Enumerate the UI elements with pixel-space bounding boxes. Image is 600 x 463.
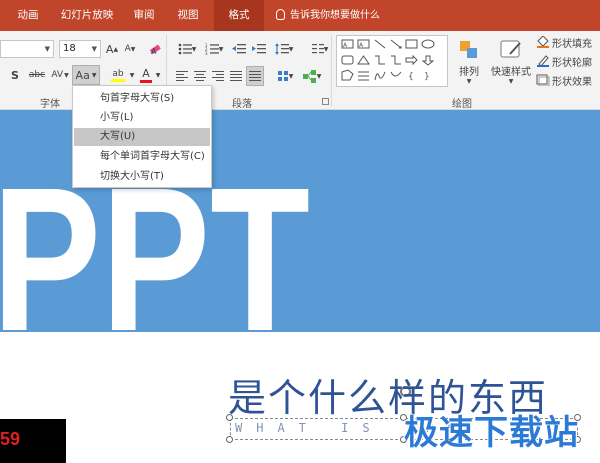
change-case-button[interactable]: Aa ▼ [72, 65, 100, 85]
change-case-label: Aa [75, 68, 90, 82]
font-group-label: 字体 [40, 99, 60, 110]
grow-font-label: A [105, 42, 114, 56]
smartart-icon [302, 69, 316, 83]
separator [331, 35, 332, 107]
font-name-combo[interactable]: ▼ [0, 40, 54, 58]
char-spacing-label: AV [51, 70, 64, 80]
highlight-label: ab [112, 68, 124, 79]
bullets-button[interactable]: ▼ [176, 40, 198, 58]
distributed-button[interactable] [246, 66, 264, 86]
line-spacing-icon [274, 43, 289, 55]
resize-handle[interactable] [226, 436, 233, 443]
grow-font-button[interactable]: A ▲ [104, 40, 120, 58]
ppt-big-text-glyphs: PPT [0, 180, 310, 332]
align-right-icon [212, 71, 224, 81]
numbering-icon: 123 [205, 43, 219, 55]
tell-me-box[interactable]: 告诉我你想要做什么 [276, 0, 380, 31]
smartart-button[interactable]: ▼ [300, 67, 324, 85]
ppt-big-text: PPT [0, 180, 310, 332]
shape-fill-label: 形状填充 [552, 38, 592, 50]
font-size-combo[interactable]: 18 ▼ [59, 40, 101, 58]
paragraph-group-label: 段落 [232, 99, 252, 110]
align-center-button[interactable] [192, 67, 208, 85]
shape-fill-button[interactable]: 形状填充 [536, 33, 600, 51]
align-center-icon [194, 71, 206, 81]
watermark-logo: 59 [0, 419, 66, 463]
tab-review[interactable]: 审阅 [126, 0, 162, 31]
menu-item-uppercase[interactable]: 大写(U) [74, 128, 210, 146]
highlight-color-bar [111, 78, 125, 82]
font-color-button[interactable]: A [138, 65, 154, 85]
menu-item-sentence-case[interactable]: 句首字母大写(S) [74, 90, 210, 108]
shape-effects-label: 形状效果 [552, 76, 592, 88]
font-color-label: A [142, 67, 150, 80]
justify-icon [230, 71, 242, 81]
text-direction-button[interactable]: ▼ [274, 67, 296, 85]
shape-effects-button[interactable]: 形状效果 [536, 71, 600, 89]
svg-text:A: A [151, 47, 157, 56]
line-spacing-button[interactable]: ▼ [273, 40, 295, 58]
lightbulb-icon [276, 9, 285, 20]
shape-effects-icon [536, 74, 550, 86]
clear-formatting-button[interactable]: A [146, 40, 164, 58]
shadow-button[interactable]: S [10, 66, 20, 84]
shrink-font-button[interactable]: A ▼ [122, 40, 138, 58]
align-left-button[interactable] [174, 67, 190, 85]
watermark-logo-text: 59 [0, 429, 21, 449]
font-color-dropdown[interactable]: ▼ [154, 65, 162, 85]
quick-styles-button[interactable]: 快速样式 ▼ [488, 36, 534, 88]
menu-item-lowercase[interactable]: 小写(L) [74, 109, 210, 127]
columns-button[interactable]: ▼ [311, 40, 329, 58]
numbering-button[interactable]: 1 2 3 ▼ [203, 40, 225, 58]
svg-text:}: } [424, 72, 430, 82]
ribbon-tab-bar: 动画 幻灯片放映 审阅 视图 格式 告诉我你想要做什么 [0, 0, 600, 31]
shape-outline-button[interactable]: 形状轮廓 [536, 52, 600, 70]
resize-handle[interactable] [226, 414, 233, 421]
quick-styles-icon [500, 40, 521, 57]
text-direction-icon [277, 71, 288, 81]
menu-item-capitalize-each-word[interactable]: 每个单词首字母大写(C) [74, 148, 210, 166]
strikethrough-label: abc [28, 70, 46, 80]
align-left-icon [176, 71, 188, 81]
arrange-label: 排列 [459, 66, 479, 78]
tell-me-text: 告诉我你想要做什么 [290, 10, 380, 21]
shapes-gallery[interactable]: A A { } [336, 35, 448, 87]
align-right-button[interactable] [210, 67, 226, 85]
change-case-menu: 句首字母大写(S) 小写(L) 大写(U) 每个单词首字母大写(C) 切换大小写… [72, 85, 212, 188]
font-color-bar [140, 80, 152, 83]
shape-outline-label: 形状轮廓 [552, 57, 592, 69]
paint-bucket-icon [537, 36, 549, 48]
watermark-text: 极速下载站 [404, 413, 579, 453]
decrease-indent-button[interactable] [231, 40, 247, 58]
bullets-icon [178, 43, 192, 55]
arrange-icon [460, 40, 477, 58]
highlight-dropdown[interactable]: ▼ [128, 65, 136, 85]
drawing-group-label: 绘图 [452, 99, 472, 110]
svg-text:3: 3 [205, 51, 208, 55]
highlight-color-button[interactable]: ab [108, 65, 128, 85]
tab-view[interactable]: 视图 [170, 0, 206, 31]
tab-format[interactable]: 格式 [214, 0, 264, 31]
svg-text:{: { [408, 72, 414, 82]
increase-indent-button[interactable] [251, 40, 267, 58]
distributed-icon [249, 71, 261, 81]
eraser-icon: A [149, 44, 161, 56]
char-spacing-button[interactable]: AV ▼ [49, 66, 71, 84]
chevron-down-icon: ▼ [44, 45, 50, 53]
increase-indent-icon [252, 44, 266, 54]
font-size-value: 18 [63, 43, 76, 54]
justify-button[interactable] [228, 67, 244, 85]
paragraph-dialog-launcher[interactable] [322, 98, 329, 105]
pen-icon [537, 55, 549, 67]
shapes-gallery-icons: A A { } [341, 39, 435, 82]
menu-item-toggle-case[interactable]: 切换大小写(T) [74, 168, 210, 186]
columns-icon [311, 44, 324, 54]
tab-slideshow[interactable]: 幻灯片放映 [57, 0, 117, 31]
chevron-down-icon: ▼ [91, 45, 97, 53]
decrease-indent-icon [232, 44, 246, 54]
strikethrough-button[interactable]: abc [26, 66, 48, 84]
tab-animations[interactable]: 动画 [10, 0, 46, 31]
quick-styles-label: 快速样式 [491, 66, 531, 78]
arrange-button[interactable]: 排列 ▼ [456, 36, 482, 88]
